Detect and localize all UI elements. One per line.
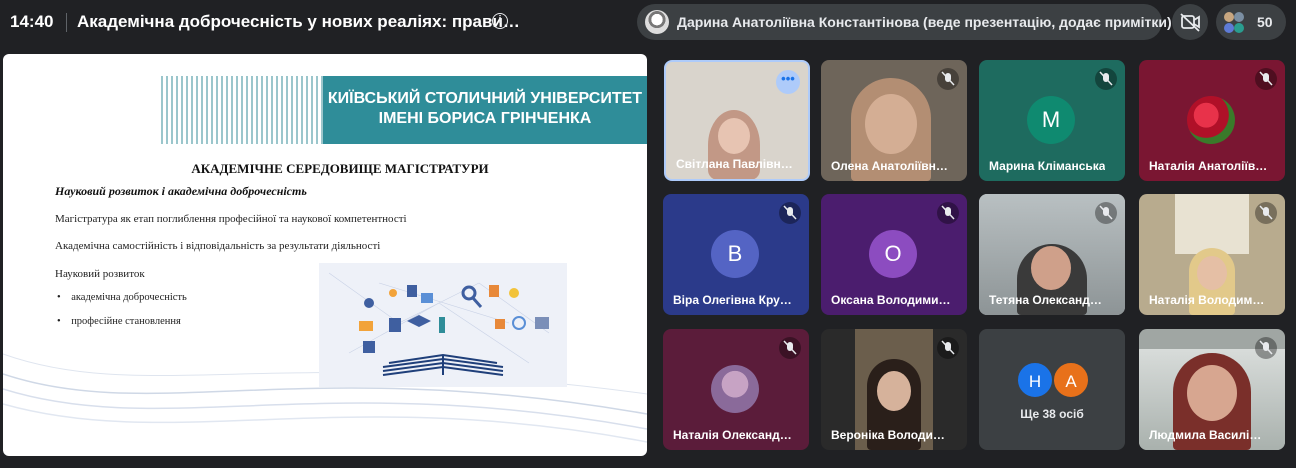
presentation-slide: КИЇВСЬКИЙ СТОЛИЧНИЙ УНІВЕРСИТЕТ ІМЕНІ БО… (3, 54, 647, 456)
participant-count: 50 (1257, 14, 1273, 30)
camera-off-button[interactable] (1172, 4, 1208, 40)
participant-tile[interactable]: M Марина Кліманська (979, 60, 1125, 181)
muted-mic-icon (1095, 68, 1117, 90)
participant-name: Людмила Василі… (1149, 428, 1262, 442)
participant-avatar: O (869, 230, 917, 278)
participant-tile[interactable]: ••• Світлана Павлівн… (664, 60, 810, 181)
presenter-chip[interactable]: Дарина Анатоліївна Константінова (веде п… (637, 4, 1172, 40)
more-participants-tile[interactable]: H A Ще 38 осіб (979, 329, 1125, 450)
participant-tile[interactable]: Олена Анатоліївн… (821, 60, 967, 181)
participant-video (1175, 194, 1249, 254)
participant-avatar (711, 365, 759, 413)
more-participants-label: Ще 38 осіб (1020, 407, 1084, 421)
slide-bullet-1: • академічна доброчесність (57, 292, 187, 303)
university-banner: КИЇВСЬКИЙ СТОЛИЧНИЙ УНІВЕРСИТЕТ ІМЕНІ БО… (323, 76, 647, 144)
participant-name: Вероніка Володи… (831, 428, 945, 442)
participant-tile[interactable]: Людмила Василі… (1139, 329, 1285, 450)
muted-mic-icon (937, 68, 959, 90)
muted-mic-icon (937, 202, 959, 224)
slide-line-2: Академічна самостійність і відповідальні… (55, 240, 381, 252)
top-bar: 14:40 Академічна доброчесність у нових р… (0, 0, 1296, 46)
participant-name: Тетяна Олександ… (989, 293, 1102, 307)
participant-name: Світлана Павлівн… (676, 157, 793, 171)
participant-avatar (1187, 96, 1235, 144)
participant-avatar: M (1027, 96, 1075, 144)
slide-line-3: Науковий розвиток (55, 268, 145, 280)
muted-mic-icon (1255, 202, 1277, 224)
participant-tile[interactable]: Тетяна Олександ… (979, 194, 1125, 315)
participant-mini-avatar (1234, 12, 1244, 22)
divider (66, 13, 67, 32)
muted-mic-icon (1255, 68, 1277, 90)
muted-mic-icon (1095, 202, 1117, 224)
participant-name: Наталія Олександ… (673, 428, 792, 442)
participant-mini-avatar (1224, 12, 1234, 22)
camera-off-icon (1180, 13, 1200, 32)
slide-title: АКАДЕМІЧНЕ СЕРЕДОВИЩЕ МАГІСТРАТУРИ (191, 161, 489, 176)
presenter-avatar (645, 10, 669, 34)
participants-button[interactable]: 50 (1216, 4, 1286, 40)
university-line1: КИЇВСЬКИЙ СТОЛИЧНИЙ УНІВЕРСИТЕТ (327, 90, 643, 107)
participant-name: Віра Олегівна Кру… (673, 293, 792, 307)
participant-tile[interactable]: Наталія Володим… (1139, 194, 1285, 315)
info-icon[interactable]: i (492, 13, 508, 29)
participant-tile[interactable]: Наталія Анатоліїв… (1139, 60, 1285, 181)
participant-tile[interactable]: B Віра Олегівна Кру… (663, 194, 809, 315)
participant-video (1197, 256, 1227, 290)
meeting-time: 14:40 (10, 12, 54, 31)
participant-mini-avatar (1234, 23, 1244, 33)
participant-name: Наталія Анатоліїв… (1149, 159, 1268, 173)
university-line2: ІМЕНІ БОРИСА ГРІНЧЕНКА (378, 110, 592, 127)
participant-mini-avatar (1224, 23, 1234, 33)
bullet-text: професійне становлення (71, 316, 181, 327)
muted-mic-icon (779, 202, 801, 224)
participant-tile[interactable]: Вероніка Володи… (821, 329, 967, 450)
participant-video (718, 118, 750, 154)
participant-name: Оксана Володими… (831, 293, 951, 307)
participant-avatar: B (711, 230, 759, 278)
bullet-text: академічна доброчесність (71, 292, 187, 303)
participant-name: Наталія Володим… (1149, 293, 1265, 307)
slide-line-1: Магістратура як етап поглиблення професі… (55, 213, 407, 225)
presenter-label: Дарина Анатоліївна Константінова (веде п… (677, 14, 1172, 30)
muted-mic-icon (779, 337, 801, 359)
more-options-icon[interactable]: ••• (776, 70, 800, 94)
muted-mic-icon (1255, 337, 1277, 359)
education-illustration (319, 263, 567, 387)
slide-subtitle: Науковий розвиток і академічна доброчесн… (55, 184, 307, 198)
slide-decor-stripes (161, 76, 333, 144)
participant-tile[interactable]: O Оксана Володими… (821, 194, 967, 315)
participant-video (877, 371, 911, 411)
participant-tile[interactable]: Наталія Олександ… (663, 329, 809, 450)
participant-video (1187, 365, 1237, 421)
meeting-title: Академічна доброчесність у нових реаліях… (77, 12, 520, 31)
participant-video (1031, 246, 1071, 290)
participant-video (865, 94, 917, 154)
participant-name: Марина Кліманська (989, 159, 1106, 173)
slide-bullet-2: • професійне становлення (57, 316, 181, 327)
participant-avatar: H (1016, 361, 1054, 399)
participant-avatar: A (1052, 361, 1090, 399)
participant-name: Олена Анатоліївн… (831, 159, 948, 173)
muted-mic-icon (937, 337, 959, 359)
